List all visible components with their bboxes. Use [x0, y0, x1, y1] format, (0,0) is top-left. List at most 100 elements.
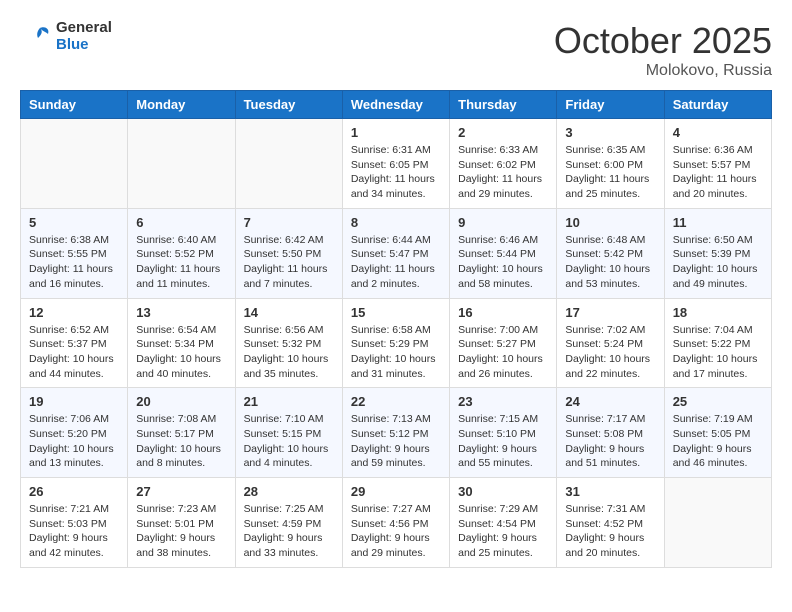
calendar-cell — [128, 119, 235, 209]
day-info: Sunrise: 6:50 AM Sunset: 5:39 PM Dayligh… — [673, 233, 763, 292]
day-info: Sunrise: 7:04 AM Sunset: 5:22 PM Dayligh… — [673, 323, 763, 382]
day-number: 13 — [136, 305, 226, 320]
day-info: Sunrise: 6:58 AM Sunset: 5:29 PM Dayligh… — [351, 323, 441, 382]
day-info: Sunrise: 7:29 AM Sunset: 4:54 PM Dayligh… — [458, 502, 548, 561]
day-number: 2 — [458, 125, 548, 140]
calendar-cell: 31Sunrise: 7:31 AM Sunset: 4:52 PM Dayli… — [557, 478, 664, 568]
day-info: Sunrise: 7:31 AM Sunset: 4:52 PM Dayligh… — [565, 502, 655, 561]
calendar-cell: 24Sunrise: 7:17 AM Sunset: 5:08 PM Dayli… — [557, 388, 664, 478]
calendar-cell: 11 Sunrise: 6:50 AM Sunset: 5:39 PM Dayli… — [664, 208, 771, 298]
calendar-week-row: 5Sunrise: 6:38 AM Sunset: 5:55 PM Daylig… — [21, 208, 772, 298]
day-number: 29 — [351, 484, 441, 499]
calendar-cell: 25 Sunrise: 7:19 AM Sunset: 5:05 PM Dayli… — [664, 388, 771, 478]
calendar-cell: 1Sunrise: 6:31 AM Sunset: 6:05 PM Daylig… — [342, 119, 449, 209]
day-info: Sunrise: 7:21 AM Sunset: 5:03 PM Dayligh… — [29, 502, 119, 561]
day-number: 25 — [673, 394, 763, 409]
day-number: 16 — [458, 305, 548, 320]
calendar-week-row: 26 Sunrise: 7:21 AM Sunset: 5:03 PM Dayli… — [21, 478, 772, 568]
day-info: Sunrise: 7:25 AM Sunset: 4:59 PM Dayligh… — [244, 502, 334, 561]
day-number: 3 — [565, 125, 655, 140]
weekday-header-monday: Monday — [128, 91, 235, 119]
calendar-cell: 15 Sunrise: 6:58 AM Sunset: 5:29 PM Dayli… — [342, 298, 449, 388]
month-title: October 2025 — [554, 20, 772, 62]
day-info: Sunrise: 6:35 AM Sunset: 6:00 PM Dayligh… — [565, 143, 655, 202]
day-number: 23 — [458, 394, 548, 409]
day-info: Sunrise: 7:02 AM Sunset: 5:24 PM Dayligh… — [565, 323, 655, 382]
calendar-week-row: 12 Sunrise: 6:52 AM Sunset: 5:37 PM Dayli… — [21, 298, 772, 388]
day-info: Sunrise: 7:10 AM Sunset: 5:15 PM Dayligh… — [244, 412, 334, 471]
day-info: Sunrise: 6:46 AM Sunset: 5:44 PM Dayligh… — [458, 233, 548, 292]
calendar-cell: 5Sunrise: 6:38 AM Sunset: 5:55 PM Daylig… — [21, 208, 128, 298]
day-info: Sunrise: 6:31 AM Sunset: 6:05 PM Dayligh… — [351, 143, 441, 202]
calendar-cell: 9 Sunrise: 6:46 AM Sunset: 5:44 PM Daylig… — [450, 208, 557, 298]
calendar-week-row: 19 Sunrise: 7:06 AM Sunset: 5:20 PM Dayli… — [21, 388, 772, 478]
calendar-cell: 7 Sunrise: 6:42 AM Sunset: 5:50 PM Daylig… — [235, 208, 342, 298]
day-number: 6 — [136, 215, 226, 230]
calendar-cell — [235, 119, 342, 209]
calendar-cell: 18Sunrise: 7:04 AM Sunset: 5:22 PM Dayli… — [664, 298, 771, 388]
day-number: 15 — [351, 305, 441, 320]
day-info: Sunrise: 7:27 AM Sunset: 4:56 PM Dayligh… — [351, 502, 441, 561]
weekday-header-sunday: Sunday — [21, 91, 128, 119]
day-number: 22 — [351, 394, 441, 409]
day-number: 7 — [244, 215, 334, 230]
day-info: Sunrise: 6:36 AM Sunset: 5:57 PM Dayligh… — [673, 143, 763, 202]
day-number: 5 — [29, 215, 119, 230]
calendar-cell: 20 Sunrise: 7:08 AM Sunset: 5:17 PM Dayli… — [128, 388, 235, 478]
day-number: 9 — [458, 215, 548, 230]
day-number: 20 — [136, 394, 226, 409]
day-info: Sunrise: 7:08 AM Sunset: 5:17 PM Dayligh… — [136, 412, 226, 471]
logo-general: General — [56, 20, 112, 37]
weekday-header-saturday: Saturday — [664, 91, 771, 119]
day-number: 30 — [458, 484, 548, 499]
weekday-header-thursday: Thursday — [450, 91, 557, 119]
day-info: Sunrise: 6:52 AM Sunset: 5:37 PM Dayligh… — [29, 323, 119, 382]
calendar-cell: 4 Sunrise: 6:36 AM Sunset: 5:57 PM Daylig… — [664, 119, 771, 209]
day-info: Sunrise: 7:19 AM Sunset: 5:05 PM Dayligh… — [673, 412, 763, 471]
calendar-cell — [664, 478, 771, 568]
day-number: 11 — [673, 215, 763, 230]
calendar-cell — [21, 119, 128, 209]
day-number: 12 — [29, 305, 119, 320]
day-info: Sunrise: 6:48 AM Sunset: 5:42 PM Dayligh… — [565, 233, 655, 292]
calendar-cell: 8Sunrise: 6:44 AM Sunset: 5:47 PM Daylig… — [342, 208, 449, 298]
calendar-cell: 22 Sunrise: 7:13 AM Sunset: 5:12 PM Dayli… — [342, 388, 449, 478]
calendar-cell: 2Sunrise: 6:33 AM Sunset: 6:02 PM Daylig… — [450, 119, 557, 209]
day-number: 4 — [673, 125, 763, 140]
calendar-cell: 19 Sunrise: 7:06 AM Sunset: 5:20 PM Dayli… — [21, 388, 128, 478]
day-info: Sunrise: 7:06 AM Sunset: 5:20 PM Dayligh… — [29, 412, 119, 471]
calendar-cell: 17Sunrise: 7:02 AM Sunset: 5:24 PM Dayli… — [557, 298, 664, 388]
day-number: 26 — [29, 484, 119, 499]
calendar-cell: 27Sunrise: 7:23 AM Sunset: 5:01 PM Dayli… — [128, 478, 235, 568]
day-info: Sunrise: 7:15 AM Sunset: 5:10 PM Dayligh… — [458, 412, 548, 471]
day-number: 28 — [244, 484, 334, 499]
day-number: 24 — [565, 394, 655, 409]
day-number: 10 — [565, 215, 655, 230]
weekday-header-friday: Friday — [557, 91, 664, 119]
calendar-cell: 16 Sunrise: 7:00 AM Sunset: 5:27 PM Dayli… — [450, 298, 557, 388]
day-info: Sunrise: 7:13 AM Sunset: 5:12 PM Dayligh… — [351, 412, 441, 471]
day-number: 14 — [244, 305, 334, 320]
day-info: Sunrise: 7:00 AM Sunset: 5:27 PM Dayligh… — [458, 323, 548, 382]
calendar-cell: 12 Sunrise: 6:52 AM Sunset: 5:37 PM Dayli… — [21, 298, 128, 388]
calendar-cell: 21Sunrise: 7:10 AM Sunset: 5:15 PM Dayli… — [235, 388, 342, 478]
calendar-cell: 26 Sunrise: 7:21 AM Sunset: 5:03 PM Dayli… — [21, 478, 128, 568]
calendar-cell: 10 Sunrise: 6:48 AM Sunset: 5:42 PM Dayli… — [557, 208, 664, 298]
weekday-header-row: SundayMondayTuesdayWednesdayThursdayFrid… — [21, 91, 772, 119]
calendar-cell: 29 Sunrise: 7:27 AM Sunset: 4:56 PM Dayli… — [342, 478, 449, 568]
weekday-header-wednesday: Wednesday — [342, 91, 449, 119]
logo-text-block: General Blue — [20, 20, 112, 53]
location: Molokovo, Russia — [554, 62, 772, 80]
calendar-table: SundayMondayTuesdayWednesdayThursdayFrid… — [20, 90, 772, 568]
day-info: Sunrise: 6:54 AM Sunset: 5:34 PM Dayligh… — [136, 323, 226, 382]
logo-blue: Blue — [56, 37, 112, 54]
day-info: Sunrise: 7:23 AM Sunset: 5:01 PM Dayligh… — [136, 502, 226, 561]
calendar-cell: 23 Sunrise: 7:15 AM Sunset: 5:10 PM Dayli… — [450, 388, 557, 478]
calendar-cell: 30 Sunrise: 7:29 AM Sunset: 4:54 PM Dayli… — [450, 478, 557, 568]
logo-bird-icon — [20, 26, 52, 48]
day-number: 19 — [29, 394, 119, 409]
calendar-cell: 3 Sunrise: 6:35 AM Sunset: 6:00 PM Daylig… — [557, 119, 664, 209]
day-info: Sunrise: 6:42 AM Sunset: 5:50 PM Dayligh… — [244, 233, 334, 292]
logo: General Blue — [20, 20, 112, 53]
calendar-week-row: 1Sunrise: 6:31 AM Sunset: 6:05 PM Daylig… — [21, 119, 772, 209]
